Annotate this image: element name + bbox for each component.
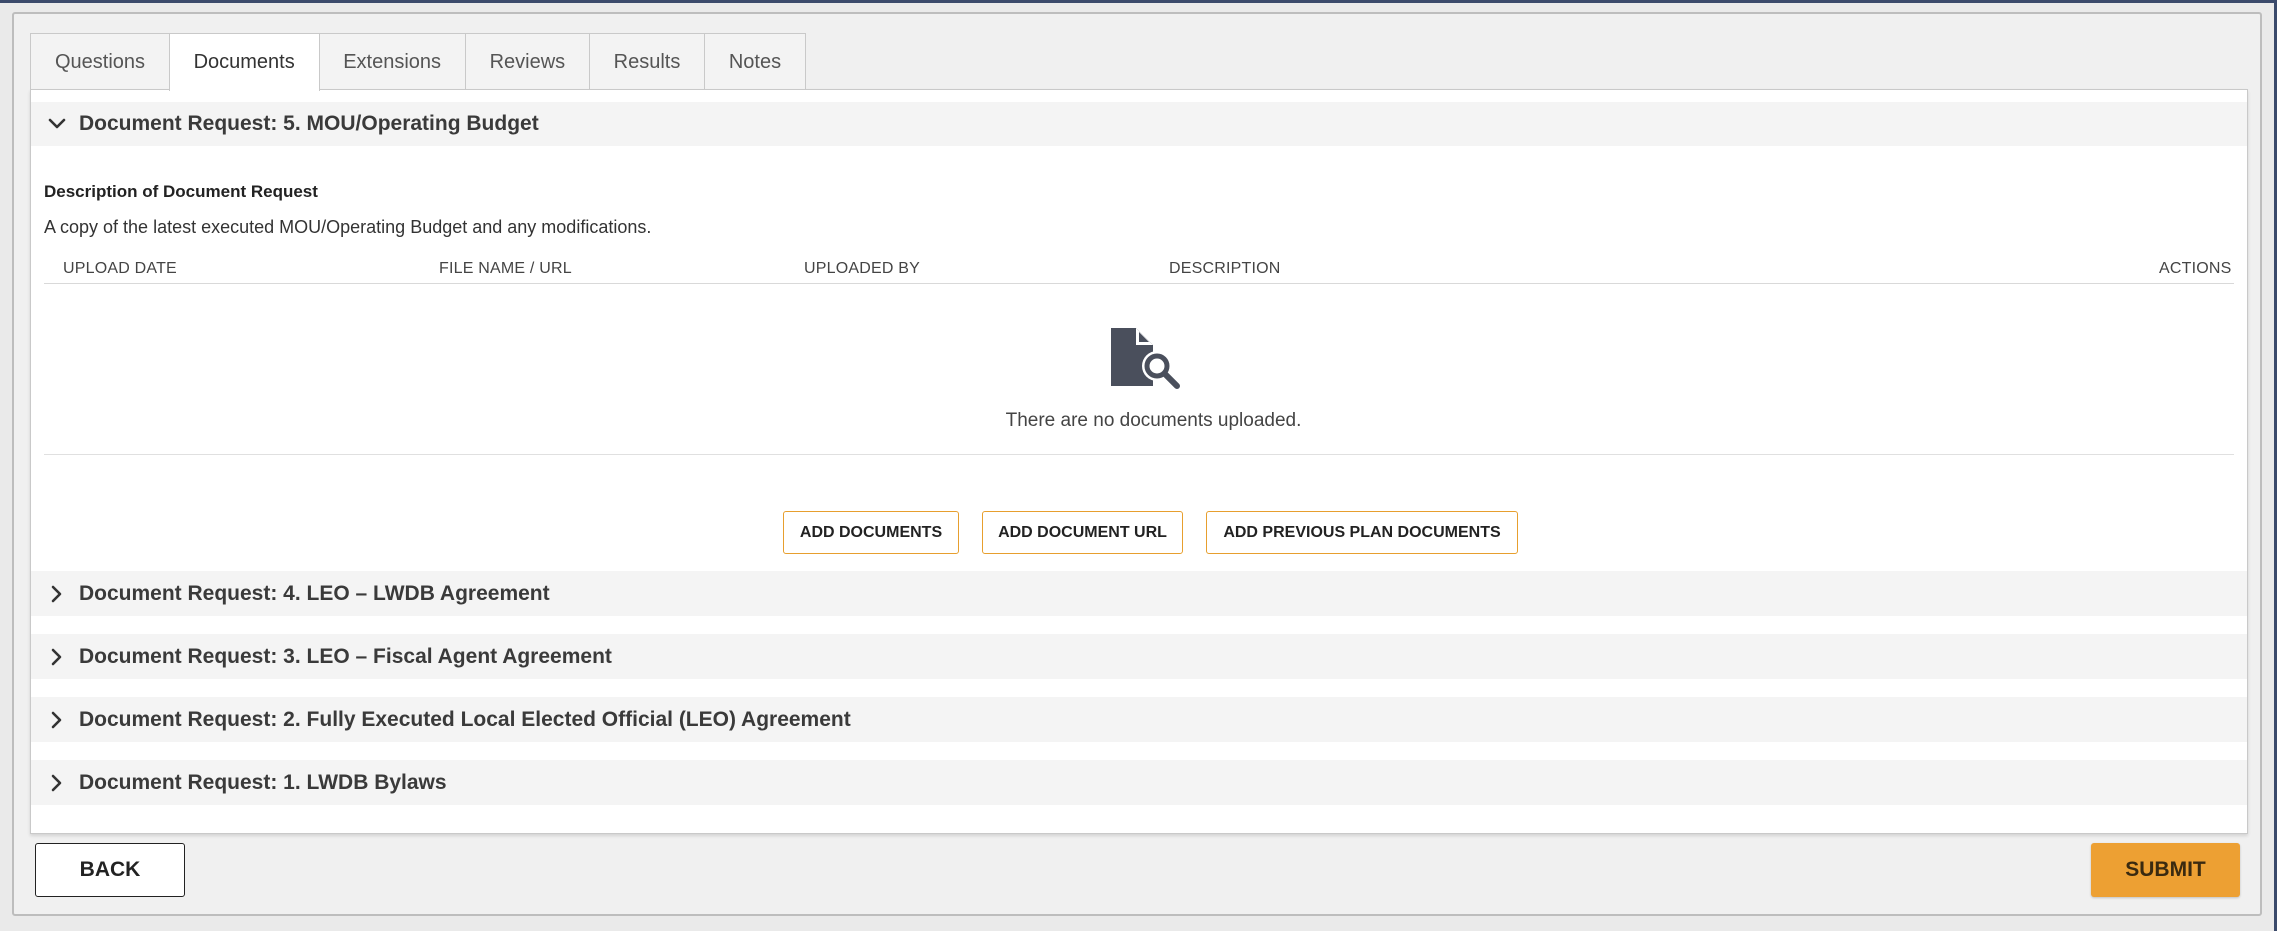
tab-reviews[interactable]: Reviews: [464, 33, 591, 89]
tab-results[interactable]: Results: [588, 33, 706, 89]
column-header-description[interactable]: DESCRIPTION: [1169, 260, 1281, 278]
accordion-header-request-3[interactable]: Document Request: 3. LEO – Fiscal Agent …: [31, 634, 2247, 679]
table-body-divider: [44, 454, 2234, 455]
submit-button[interactable]: SUBMIT: [2091, 843, 2240, 897]
chevron-right-icon: [35, 634, 79, 679]
accordion-title: Document Request: 5. MOU/Operating Budge…: [79, 112, 539, 135]
accordion-header-request-1[interactable]: Document Request: 1. LWDB Bylaws: [31, 760, 2247, 805]
documents-panel: Document Request: 5. MOU/Operating Budge…: [30, 89, 2248, 834]
table-header-divider: [44, 283, 2234, 284]
add-documents-button[interactable]: ADD DOCUMENTS: [783, 511, 959, 554]
accordion-header-request-5[interactable]: Document Request: 5. MOU/Operating Budge…: [31, 102, 2247, 146]
accordion-title: Document Request: 1. LWDB Bylaws: [79, 770, 447, 794]
description-label: Description of Document Request: [44, 182, 318, 201]
tab-questions[interactable]: Questions: [30, 33, 171, 89]
chevron-right-icon: [35, 760, 79, 805]
empty-state-message: There are no documents uploaded.: [1005, 410, 1302, 431]
description-text: A copy of the latest executed MOU/Operat…: [44, 217, 652, 237]
accordion-header-request-4[interactable]: Document Request: 4. LEO – LWDB Agreemen…: [31, 571, 2247, 616]
tab-bar: Questions Documents Extensions Reviews R…: [30, 33, 807, 91]
page-container: Questions Documents Extensions Reviews R…: [12, 12, 2262, 916]
chevron-right-icon: [35, 571, 79, 616]
tab-extensions[interactable]: Extensions: [318, 33, 467, 89]
chevron-right-icon: [35, 697, 79, 742]
add-previous-plan-documents-button[interactable]: ADD PREVIOUS PLAN DOCUMENTS: [1206, 511, 1518, 554]
back-button[interactable]: BACK: [35, 843, 185, 897]
column-header-actions: ACTIONS: [2159, 260, 2232, 277]
column-header-uploaded-by[interactable]: UPLOADED BY: [804, 260, 920, 278]
accordion-title: Document Request: 3. LEO – Fiscal Agent …: [79, 644, 612, 668]
add-document-url-button[interactable]: ADD DOCUMENT URL: [982, 511, 1183, 554]
chevron-down-icon: [35, 102, 79, 146]
tab-notes[interactable]: Notes: [703, 33, 807, 89]
accordion-title: Document Request: 2. Fully Executed Loca…: [79, 707, 851, 731]
tab-documents[interactable]: Documents: [168, 33, 320, 91]
column-header-upload-date[interactable]: UPLOAD DATE: [63, 260, 177, 278]
column-header-file-name[interactable]: FILE NAME / URL: [439, 260, 572, 278]
document-search-icon: [1109, 326, 1189, 396]
accordion-header-request-2[interactable]: Document Request: 2. Fully Executed Loca…: [31, 697, 2247, 742]
accordion-title: Document Request: 4. LEO – LWDB Agreemen…: [79, 581, 550, 605]
